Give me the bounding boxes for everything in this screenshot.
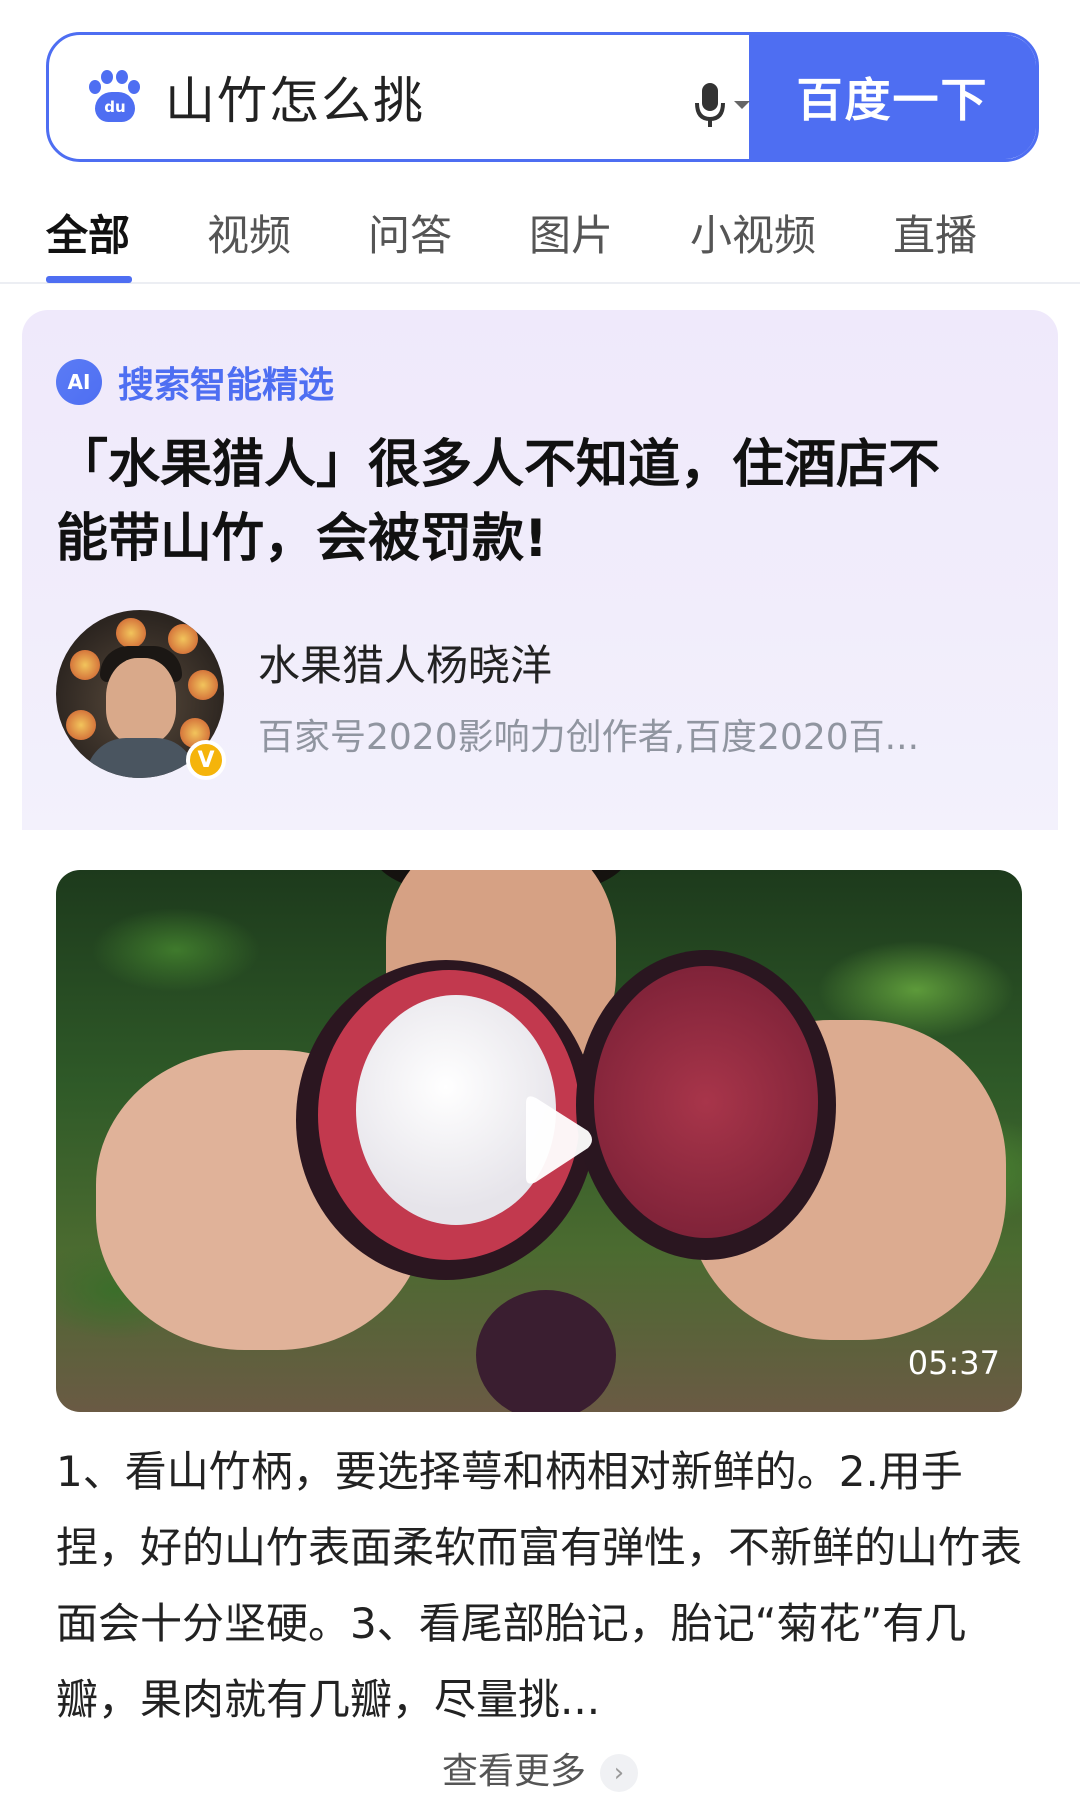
verified-badge-icon: V: [186, 740, 226, 780]
search-field[interactable]: du 山竹怎么挑: [49, 35, 749, 159]
search-input[interactable]: 山竹怎么挑: [165, 61, 425, 133]
ai-label: AI 搜索智能精选: [56, 356, 334, 408]
author-name[interactable]: 水果猎人杨晓洋: [258, 632, 552, 693]
summary-text: 1、看山竹柄，要选择萼和柄相对新鲜的。2.用手捏，好的山竹表面柔软而富有弹性，不…: [56, 1447, 1023, 1724]
video-duration: 05:37: [907, 1344, 1000, 1382]
video-thumbnail[interactable]: 05:37: [56, 870, 1022, 1412]
search-button[interactable]: 百度一下: [749, 35, 1036, 159]
microphone-icon[interactable]: [694, 81, 754, 131]
search-header: du 山竹怎么挑 百度一下: [0, 0, 1080, 170]
search-box[interactable]: du 山竹怎么挑 百度一下: [46, 32, 1039, 162]
tab-short-video[interactable]: 小视频: [690, 202, 816, 263]
tab-images[interactable]: 图片: [529, 202, 613, 263]
chevron-right-icon: ›: [600, 1754, 638, 1792]
tab-video[interactable]: 视频: [207, 202, 291, 263]
tab-qa[interactable]: 问答: [368, 202, 452, 263]
author-description: 百家号2020影响力创作者,百度2020百...: [258, 717, 920, 758]
see-more-label: 查看更多: [441, 1751, 586, 1792]
tab-live[interactable]: 直播: [893, 202, 977, 263]
tab-bar: 全部 视频 问答 图片 小视频 直播: [0, 180, 1080, 284]
active-tab-indicator: [46, 276, 132, 283]
tab-all[interactable]: 全部: [46, 202, 130, 263]
ai-result-card[interactable]: AI 搜索智能精选 「水果猎人」很多人不知道，住酒店不能带山竹，会被罚款! V …: [22, 310, 1058, 830]
see-more-button[interactable]: 查看更多 ›: [22, 1742, 1058, 1794]
play-icon[interactable]: [496, 1085, 606, 1195]
result-title[interactable]: 「水果猎人」很多人不知道，住酒店不能带山竹，会被罚款!: [56, 428, 986, 576]
ai-icon: AI: [56, 359, 102, 405]
baidu-paw-icon[interactable]: du: [87, 70, 141, 124]
ai-label-text: 搜索智能精选: [118, 365, 335, 406]
content-card: 05:37 1、看山竹柄，要选择萼和柄相对新鲜的。2.用手捏，好的山竹表面柔软而…: [22, 830, 1058, 1811]
